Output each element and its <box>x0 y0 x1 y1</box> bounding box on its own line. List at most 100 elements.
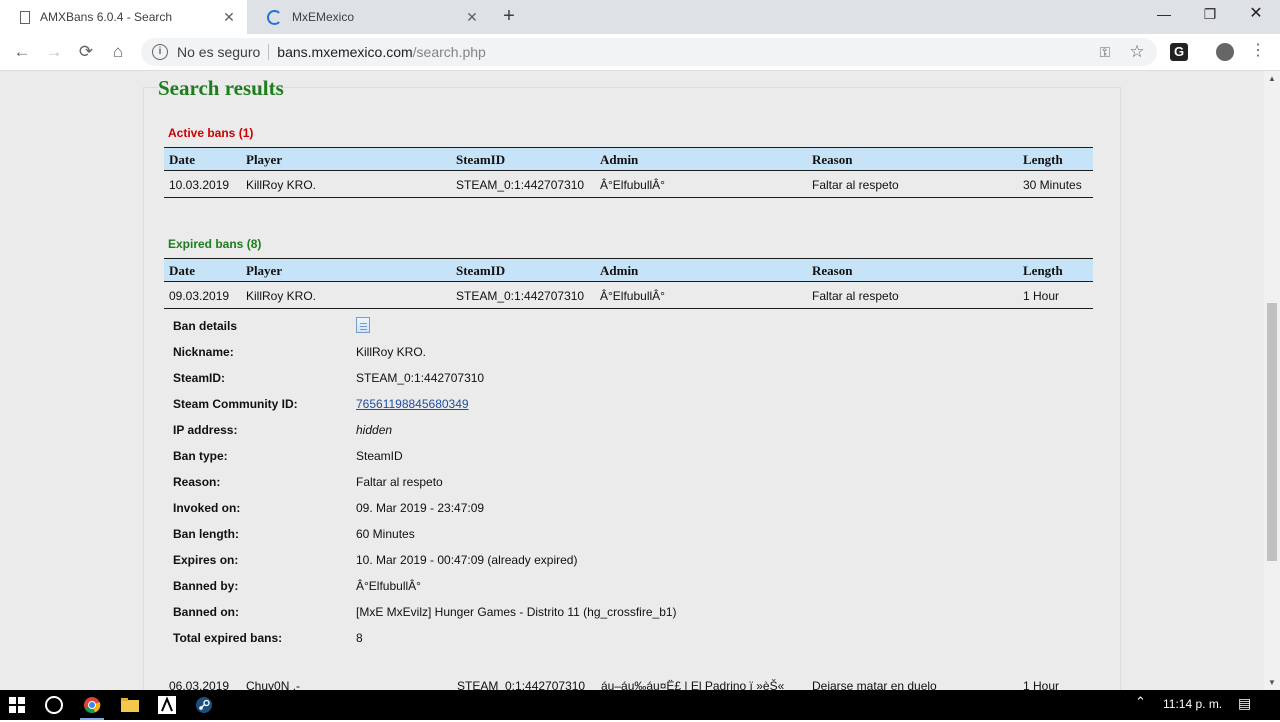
detail-label: Ban type: <box>173 449 228 463</box>
scroll-up-icon[interactable]: ▲ <box>1264 74 1280 83</box>
detail-label: Invoked on: <box>173 501 241 515</box>
table-header: Date Player SteamID Admin Reason Length <box>164 147 1093 171</box>
cell-reason: Faltar al respeto <box>812 289 899 303</box>
cell-date: 09.03.2019 <box>169 289 230 303</box>
tab-title: MxEMexico <box>292 10 355 24</box>
detail-label: Nickname: <box>173 345 234 359</box>
table-header: Date Player SteamID Admin Reason Length <box>164 258 1093 282</box>
column-header: Date <box>169 152 195 167</box>
scroll-down-icon[interactable]: ▼ <box>1264 678 1280 687</box>
app-icon[interactable] <box>155 693 179 717</box>
cortana-search-icon[interactable] <box>42 693 66 717</box>
detail-value: Faltar al respeto <box>356 475 443 489</box>
column-header: Player <box>246 263 283 278</box>
loading-spinner-icon <box>267 9 282 25</box>
detail-value: hidden <box>356 423 393 437</box>
minimize-button[interactable]: — <box>1141 0 1187 30</box>
key-icon[interactable]: ⚿ <box>1093 38 1117 66</box>
divider <box>268 44 270 60</box>
detail-value: KillRoy KRO. <box>356 345 427 359</box>
notification-icon[interactable]: ▤ <box>1238 695 1251 712</box>
cell-date: 06.03.2019 <box>169 679 230 690</box>
vertical-scrollbar[interactable]: ▲ ▼ <box>1264 71 1280 690</box>
expired-bans-heading: Expired bans (8) <box>168 237 262 251</box>
detail-value: 60 Minutes <box>356 527 415 541</box>
home-button[interactable]: ⌂ <box>106 40 130 64</box>
windows-start-icon[interactable] <box>5 693 29 717</box>
detail-label: IP address: <box>173 423 238 437</box>
close-icon[interactable]: ✕ <box>464 9 480 26</box>
chrome-icon[interactable] <box>80 693 104 720</box>
close-icon[interactable]: ✕ <box>221 9 237 26</box>
active-bans-heading: Active bans (1) <box>168 126 254 140</box>
url-host[interactable]: bans.mxemexico.com <box>277 44 412 60</box>
column-header: Admin <box>600 263 639 278</box>
tray-expand-icon[interactable]: ⌃ <box>1135 694 1146 710</box>
clock[interactable]: 11:14 p. m. <box>1163 697 1222 711</box>
maximize-button[interactable]: ❐ <box>1187 0 1233 30</box>
extension-g-icon[interactable]: G <box>1170 43 1188 61</box>
page-title: Search results <box>158 76 284 101</box>
steam-icon[interactable] <box>192 693 216 717</box>
cell-length: 1 Hour <box>1023 289 1060 303</box>
column-header: Length <box>1023 263 1063 278</box>
address-bar[interactable]: i No es seguro bans.mxemexico.com/search… <box>141 38 1157 66</box>
tab-mxemexico[interactable]: MxEMexico ✕ <box>247 0 490 34</box>
detail-label: Expires on: <box>173 553 239 567</box>
cell-steamid: STEAM_0:1:442707310 <box>457 679 586 690</box>
table-row[interactable]: 06.03.2019 Chuy0N .- STEAM_0:1:442707310… <box>164 678 1093 690</box>
detail-label: Reason: <box>173 475 221 489</box>
detail-label: Banned by: <box>173 579 239 593</box>
taskbar: ⌃ 11:14 p. m. ▤ <box>0 690 1280 720</box>
cell-steamid: STEAM_0:1:442707310 <box>456 289 585 303</box>
detail-label: SteamID: <box>173 371 226 385</box>
detail-value: STEAM_0:1:442707310 <box>356 371 485 385</box>
reload-button[interactable]: ⟳ <box>74 40 98 64</box>
active-bans-table: Date Player SteamID Admin Reason Length … <box>164 147 1093 198</box>
cell-length: 30 Minutes <box>1023 178 1082 192</box>
column-header: Player <box>246 152 283 167</box>
column-header: Admin <box>600 152 639 167</box>
new-tab-button[interactable]: + <box>497 6 521 26</box>
detail-label: Ban length: <box>173 527 239 541</box>
menu-icon[interactable]: ⋮ <box>1250 41 1266 61</box>
column-header: Reason <box>812 152 853 167</box>
security-label[interactable]: No es seguro <box>177 44 260 60</box>
cell-admin: Â°ElfubullÂ° <box>600 289 665 303</box>
table-row[interactable]: 10.03.2019 KillRoy KRO. STEAM_0:1:442707… <box>164 171 1093 198</box>
forward-button[interactable]: → <box>42 40 66 64</box>
detail-value: 09. Mar 2019 - 23:47:09 <box>356 501 485 515</box>
page-icon <box>20 10 30 24</box>
cell-steamid: STEAM_0:1:442707310 <box>456 178 585 192</box>
tab-amxbans[interactable]: AMXBans 6.0.4 - Search ✕ <box>0 0 247 34</box>
detail-label: Banned on: <box>173 605 239 619</box>
detail-label: Total expired bans: <box>173 631 283 645</box>
cell-admin: áu–áu‰áu¤Ë£ | El Padrino ï »èŠ« <box>601 679 785 690</box>
cell-player: Chuy0N .- <box>246 679 301 690</box>
tab-strip: AMXBans 6.0.4 - Search ✕ MxEMexico ✕ + —… <box>0 0 1280 34</box>
steam-community-link[interactable]: 76561198845680349 <box>356 397 469 411</box>
star-icon[interactable]: ☆ <box>1125 38 1149 66</box>
column-header: Length <box>1023 152 1063 167</box>
detail-value: [MxE MxEvilz] Hunger Games - Distrito 11… <box>356 605 677 619</box>
cell-date: 10.03.2019 <box>169 178 230 192</box>
back-button[interactable]: ← <box>10 40 34 64</box>
document-icon[interactable] <box>356 317 370 333</box>
detail-label: Ban details <box>173 319 238 333</box>
scrollbar-thumb[interactable] <box>1267 303 1277 561</box>
table-row[interactable]: 09.03.2019 KillRoy KRO. STEAM_0:1:442707… <box>164 282 1093 309</box>
url-path[interactable]: /search.php <box>413 44 486 60</box>
expired-bans-table: Date Player SteamID Admin Reason Length … <box>164 258 1093 309</box>
file-explorer-icon[interactable] <box>118 693 142 717</box>
tab-title: AMXBans 6.0.4 - Search <box>40 10 173 24</box>
column-header: SteamID <box>456 263 506 278</box>
cell-player: KillRoy KRO. <box>246 289 317 303</box>
cell-player: KillRoy KRO. <box>246 178 317 192</box>
cell-reason: Faltar al respeto <box>812 178 899 192</box>
avatar[interactable] <box>1216 43 1234 61</box>
cell-admin: Â°ElfubullÂ° <box>600 178 665 192</box>
column-header: Date <box>169 263 195 278</box>
info-icon[interactable]: i <box>152 44 168 60</box>
cell-reason: Dejarse matar en duelo <box>812 679 937 690</box>
close-window-button[interactable]: ✕ <box>1233 0 1279 30</box>
